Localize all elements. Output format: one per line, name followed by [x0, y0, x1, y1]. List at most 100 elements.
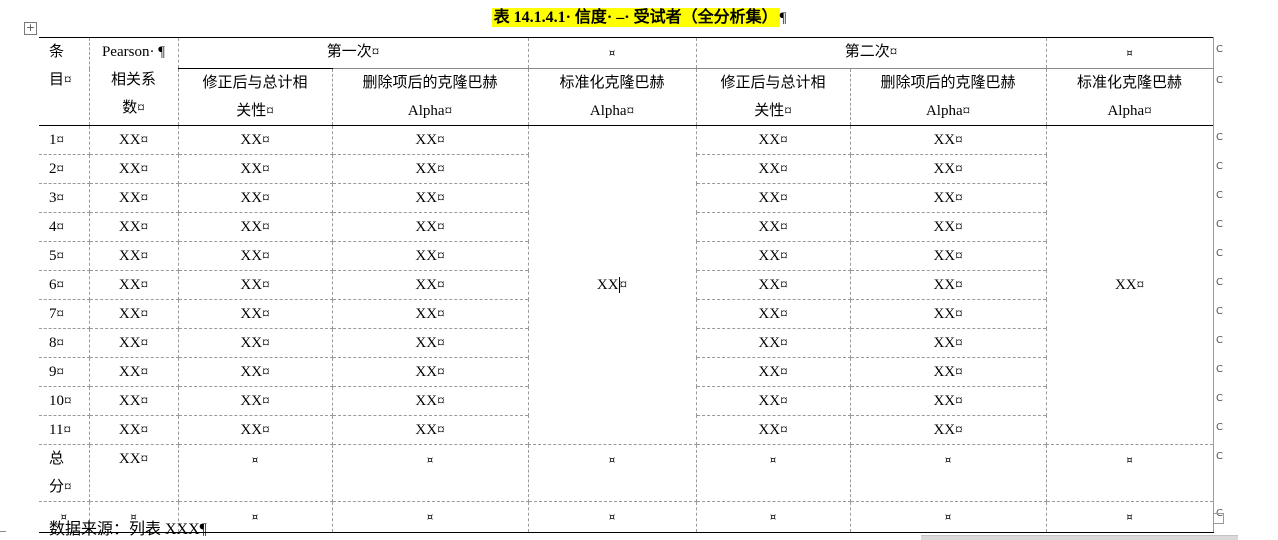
cell-item[interactable]: 1¤	[39, 125, 90, 155]
cell-pearson[interactable]: XX¤	[88, 357, 179, 387]
cell-pearson[interactable]: XX¤	[88, 415, 179, 445]
cell-alpha-deleted-second[interactable]: XX¤	[849, 270, 1047, 300]
cell-corrected-first[interactable]: XX¤	[177, 357, 333, 387]
table-move-handle-icon[interactable]: +	[24, 22, 37, 35]
cell-corrected-first[interactable]: XX¤	[177, 415, 333, 445]
header-blank-2[interactable]: ¤	[1045, 37, 1214, 69]
cell-alpha-deleted-first[interactable]: XX¤	[331, 386, 529, 416]
cell-mark: ¤	[944, 512, 952, 523]
cell-pearson[interactable]: XX¤	[88, 328, 179, 358]
cell-alpha-std-second[interactable]: XX¤	[1045, 125, 1214, 445]
cell-alpha-deleted-first[interactable]: XX¤	[331, 154, 529, 184]
header-second[interactable]: 第二次¤	[695, 37, 1047, 69]
cell-corrected-second[interactable]: XX¤	[695, 386, 851, 416]
cell-alpha-deleted-first[interactable]: XX¤	[331, 183, 529, 213]
cell-total-empty[interactable]: ¤	[331, 444, 529, 502]
cell-item[interactable]: 4¤	[39, 212, 90, 242]
cell-alpha-deleted-first[interactable]: XX¤	[331, 125, 529, 155]
cell-item[interactable]: 9¤	[39, 357, 90, 387]
cell-empty[interactable]: ¤	[1045, 501, 1214, 533]
cell-corrected-second[interactable]: XX¤	[695, 183, 851, 213]
cell-pearson[interactable]: XX¤	[88, 183, 179, 213]
cell-corrected-first[interactable]: XX¤	[177, 154, 333, 184]
cell-corrected-first[interactable]: XX¤	[177, 270, 333, 300]
cell-corrected-first[interactable]: XX¤	[177, 183, 333, 213]
header-alpha-std-1[interactable]: 标准化克隆巴赫 Alpha¤	[527, 68, 697, 126]
cell-alpha-deleted-first[interactable]: XX¤	[331, 241, 529, 271]
cell-pearson[interactable]: XX¤	[88, 270, 179, 300]
cell-corrected-second[interactable]: XX¤	[695, 125, 851, 155]
cell-mark: ¤	[608, 512, 616, 523]
cell-corrected-first[interactable]: XX¤	[177, 125, 333, 155]
table-resize-handle[interactable]	[1213, 513, 1224, 524]
cell-corrected-second[interactable]: XX¤	[695, 299, 851, 329]
cell-alpha-deleted-second[interactable]: XX¤	[849, 125, 1047, 155]
cell-alpha-deleted-second[interactable]: XX¤	[849, 415, 1047, 445]
cell-corrected-first[interactable]: XX¤	[177, 241, 333, 271]
cell-corrected-second[interactable]: XX¤	[695, 357, 851, 387]
header-blank-1[interactable]: ¤	[527, 37, 697, 69]
cell-corrected-first[interactable]: XX¤	[177, 299, 333, 329]
cell-alpha-deleted-second[interactable]: XX¤	[849, 299, 1047, 329]
cell-item[interactable]: 7¤	[39, 299, 90, 329]
cell-alpha-deleted-second[interactable]: XX¤	[849, 386, 1047, 416]
cell-corrected-second[interactable]: XX¤	[695, 415, 851, 445]
header-corrected-1-line1: 修正后与总计相	[202, 75, 308, 91]
cell-corrected-second[interactable]: XX¤	[695, 328, 851, 358]
cell-pearson[interactable]: XX¤	[88, 212, 179, 242]
cell-total-empty[interactable]: ¤	[177, 444, 333, 502]
cell-alpha-deleted-first[interactable]: XX¤	[331, 299, 529, 329]
cell-alpha-deleted-second[interactable]: XX¤	[849, 328, 1047, 358]
cell-corrected-second[interactable]: XX¤	[695, 212, 851, 242]
cell-corrected-second[interactable]: XX¤	[695, 154, 851, 184]
header-pearson[interactable]: Pearson· ¶ 相关系 数¤	[88, 37, 179, 126]
cell-pearson[interactable]: XX¤	[88, 154, 179, 184]
cell-empty[interactable]: ¤	[849, 501, 1047, 533]
cell-total-empty[interactable]: ¤	[849, 444, 1047, 502]
cell-empty[interactable]: ¤	[527, 501, 697, 533]
horizontal-scrollbar[interactable]	[921, 535, 1238, 540]
cell-alpha-std-first[interactable]: XX¤	[527, 125, 697, 445]
cell-corrected-second[interactable]: XX¤	[695, 241, 851, 271]
cell-item[interactable]: 11¤	[39, 415, 90, 445]
cell-corrected-second[interactable]: XX¤	[695, 270, 851, 300]
cell-empty[interactable]: ¤	[331, 501, 529, 533]
cell-total-empty[interactable]: ¤	[1045, 444, 1214, 502]
cell-alpha-deleted-second[interactable]: XX¤	[849, 241, 1047, 271]
cell-item[interactable]: 3¤	[39, 183, 90, 213]
cell-corrected-first[interactable]: XX¤	[177, 386, 333, 416]
cell-pearson[interactable]: XX¤	[88, 299, 179, 329]
cell-alpha-deleted-second[interactable]: XX¤	[849, 357, 1047, 387]
cell-alpha-deleted-first[interactable]: XX¤	[331, 212, 529, 242]
header-corrected-1[interactable]: 修正后与总计相 关性¤	[177, 68, 333, 126]
cell-alpha-deleted-second[interactable]: XX¤	[849, 212, 1047, 242]
cell-alpha-deleted-second[interactable]: XX¤	[849, 154, 1047, 184]
cell-alpha-deleted-second[interactable]: XX¤	[849, 183, 1047, 213]
header-alpha-deleted-2[interactable]: 删除项后的克隆巴赫 Alpha¤	[849, 68, 1047, 126]
cell-item[interactable]: 6¤	[39, 270, 90, 300]
cell-empty[interactable]: ¤	[695, 501, 851, 533]
cell-alpha-deleted-first[interactable]: XX¤	[331, 415, 529, 445]
cell-item[interactable]: 5¤	[39, 241, 90, 271]
cell-item[interactable]: 2¤	[39, 154, 90, 184]
header-first[interactable]: 第一次¤	[177, 37, 529, 69]
cell-corrected-first[interactable]: XX¤	[177, 212, 333, 242]
cell-total-empty[interactable]: ¤	[695, 444, 851, 502]
cell-corrected-first[interactable]: XX¤	[177, 328, 333, 358]
header-item[interactable]: 条 目¤	[39, 37, 90, 126]
header-corrected-2[interactable]: 修正后与总计相 关性¤	[695, 68, 851, 126]
cell-total-empty[interactable]: ¤	[527, 444, 697, 502]
cell-alpha-deleted-first[interactable]: XX¤	[331, 357, 529, 387]
cell-pearson[interactable]: XX¤	[88, 386, 179, 416]
cell-item[interactable]: 8¤	[39, 328, 90, 358]
cell-total-label[interactable]: 总分¤	[39, 444, 90, 502]
header-row-1: 条 目¤ Pearson· ¶ 相关系 数¤ 第一次¤ ¤ 第二次¤ ¤	[39, 37, 1214, 126]
cell-total-pearson[interactable]: XX¤	[88, 444, 179, 502]
cell-alpha-deleted-first[interactable]: XX¤	[331, 328, 529, 358]
header-alpha-deleted-1[interactable]: 删除项后的克隆巴赫 Alpha¤	[331, 68, 529, 126]
cell-pearson[interactable]: XX¤	[88, 241, 179, 271]
cell-pearson[interactable]: XX¤	[88, 125, 179, 155]
cell-alpha-deleted-first[interactable]: XX¤	[331, 270, 529, 300]
cell-item[interactable]: 10¤	[39, 386, 90, 416]
header-alpha-std-2[interactable]: 标准化克隆巴赫 Alpha¤	[1045, 68, 1214, 126]
